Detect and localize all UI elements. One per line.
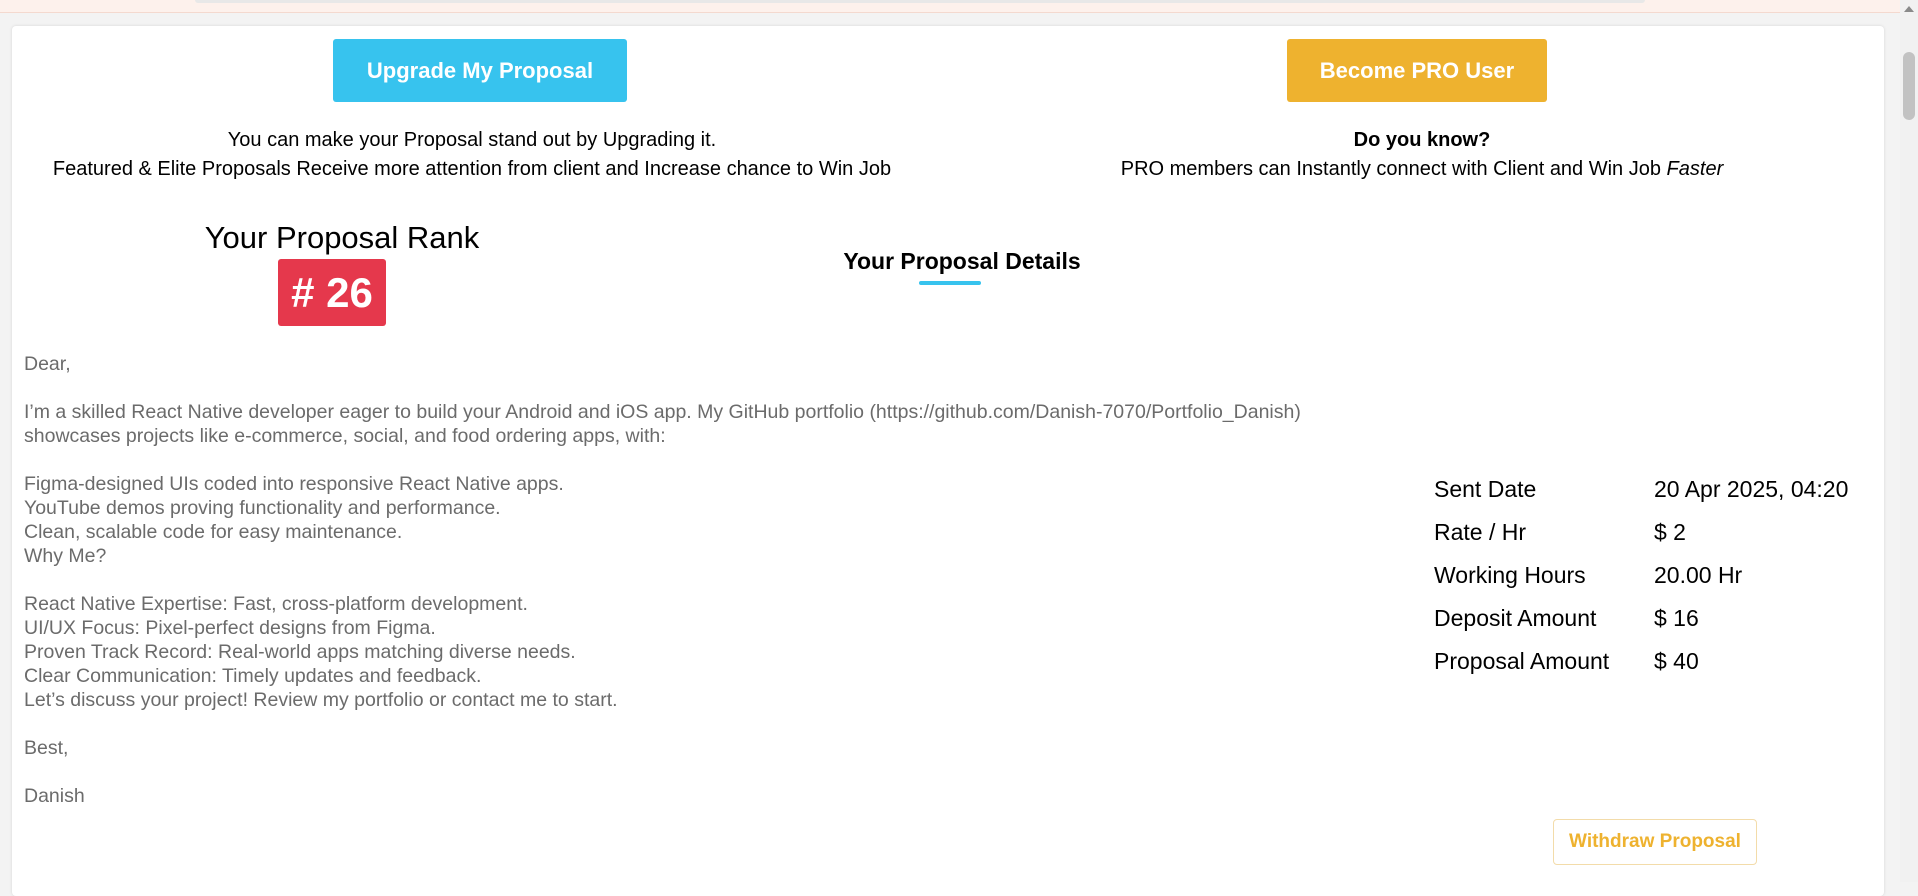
- proposal-letter: Dear, I’m a skilled React Native develop…: [24, 352, 1424, 808]
- proposal-meta: Sent Date 20 Apr 2025, 04:20 Rate / Hr $…: [1434, 468, 1884, 683]
- letter-reason: Proven Track Record: Real-world apps mat…: [24, 641, 576, 663]
- pro-info-heading: Do you know?: [1353, 129, 1491, 151]
- top-strip: [0, 0, 1918, 13]
- meta-row-rate: Rate / Hr $ 2: [1434, 511, 1884, 554]
- meta-row-deposit: Deposit Amount $ 16: [1434, 597, 1884, 640]
- upgrade-info-line2: Featured & Elite Proposals Receive more …: [52, 158, 892, 180]
- upgrade-info-line1: You can make your Proposal stand out by …: [227, 129, 717, 151]
- letter-greeting: Dear,: [24, 353, 71, 375]
- scroll-thumb[interactable]: [1903, 52, 1915, 120]
- upgrade-proposal-button[interactable]: Upgrade My Proposal: [333, 39, 627, 102]
- meta-label: Deposit Amount: [1434, 605, 1597, 631]
- pro-info-emphasis: Faster: [1666, 158, 1724, 180]
- letter-reason: Let’s discuss your project! Review my po…: [24, 689, 618, 711]
- meta-row-proposal-amount: Proposal Amount $ 40: [1434, 640, 1884, 683]
- pro-info: Do you know? PRO members can Instantly c…: [962, 126, 1882, 184]
- meta-value: $ 16: [1654, 605, 1699, 631]
- letter-signature: Danish: [24, 785, 85, 807]
- letter-feature: Clean, scalable code for easy maintenanc…: [24, 521, 403, 543]
- page-scrollbar[interactable]: [1900, 0, 1918, 882]
- letter-reason: React Native Expertise: Fast, cross-plat…: [24, 593, 528, 615]
- letter-reason: UI/UX Focus: Pixel-perfect designs from …: [24, 617, 436, 639]
- upgrade-info: You can make your Proposal stand out by …: [22, 126, 922, 184]
- letter-intro-line: showcases projects like e-commerce, soci…: [24, 425, 666, 447]
- meta-row-sent-date: Sent Date 20 Apr 2025, 04:20: [1434, 468, 1884, 511]
- meta-value: 20 Apr 2025, 04:20: [1654, 476, 1849, 502]
- top-strip-bar: [195, 0, 1645, 3]
- withdraw-proposal-button[interactable]: Withdraw Proposal: [1553, 819, 1757, 865]
- letter-feature: Why Me?: [24, 545, 107, 567]
- meta-label: Working Hours: [1434, 562, 1586, 588]
- details-title: Your Proposal Details: [843, 248, 1081, 274]
- meta-value: 20.00 Hr: [1654, 562, 1743, 588]
- meta-value: $ 2: [1654, 519, 1686, 545]
- scroll-up-arrow-icon[interactable]: [1904, 6, 1914, 12]
- proposal-card: Upgrade My Proposal Become PRO User You …: [12, 26, 1884, 896]
- rank-badge: # 26: [278, 259, 386, 326]
- meta-row-working-hours: Working Hours 20.00 Hr: [1434, 554, 1884, 597]
- meta-value: $ 40: [1654, 648, 1699, 674]
- pro-info-text: PRO members can Instantly connect with C…: [1120, 158, 1661, 180]
- meta-label: Sent Date: [1434, 476, 1537, 502]
- rank-title: Your Proposal Rank: [204, 220, 480, 255]
- letter-reason: Clear Communication: Timely updates and …: [24, 665, 482, 687]
- letter-closing: Best,: [24, 737, 69, 759]
- letter-feature: YouTube demos proving functionality and …: [24, 497, 501, 519]
- letter-feature: Figma-designed UIs coded into responsive…: [24, 473, 564, 495]
- pro-info-line: PRO members can Instantly connect with C…: [962, 155, 1882, 184]
- meta-label: Rate / Hr: [1434, 519, 1527, 545]
- become-pro-button[interactable]: Become PRO User: [1287, 39, 1547, 102]
- letter-intro-line: I’m a skilled React Native developer eag…: [24, 401, 1301, 423]
- meta-label: Proposal Amount: [1434, 648, 1610, 674]
- details-underline: [919, 281, 981, 285]
